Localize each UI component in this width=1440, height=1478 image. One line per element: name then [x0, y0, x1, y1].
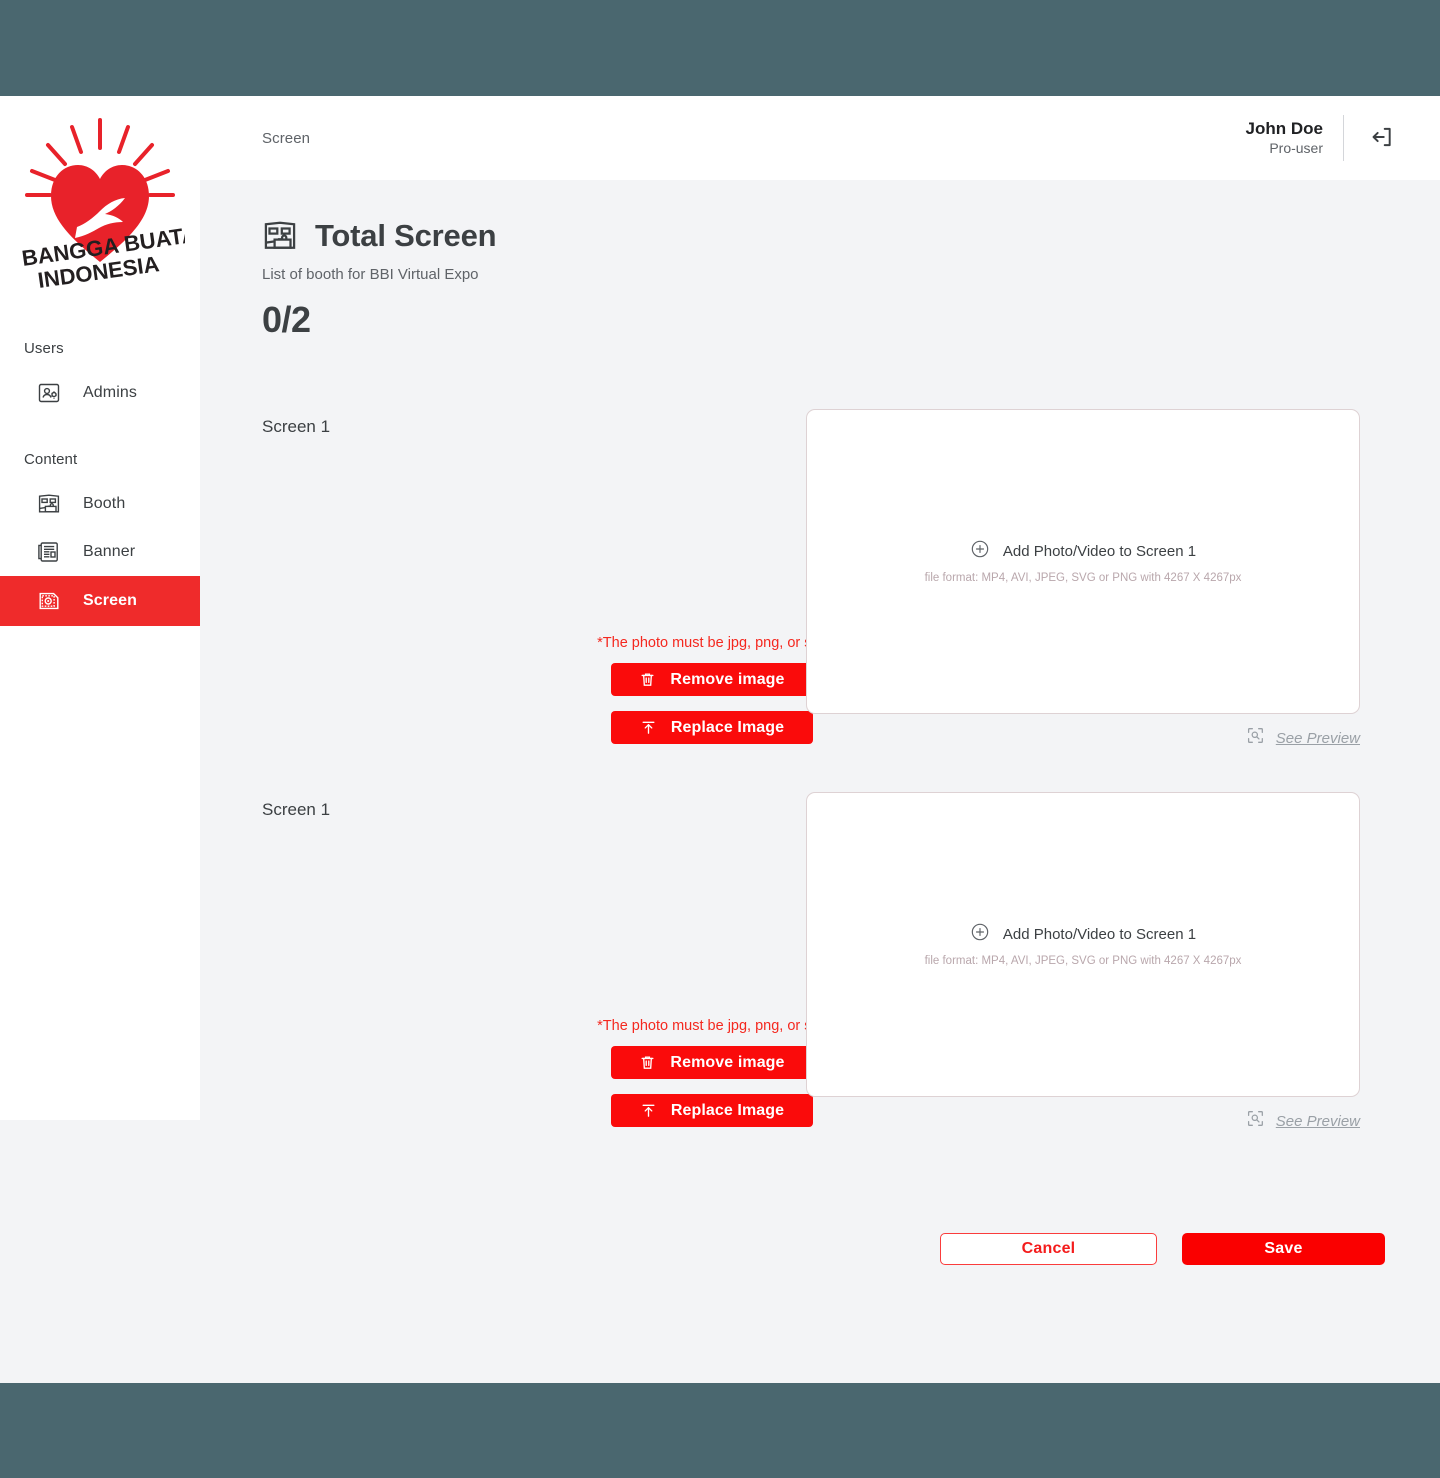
replace-image-button[interactable]: Replace Image: [611, 711, 813, 744]
footer-actions: Cancel Save: [200, 1233, 1440, 1265]
sidebar-item-label-admins: Admins: [83, 384, 137, 401]
sidebar-group-label-users: Users: [24, 340, 64, 357]
sidebar-item-label-booth: Booth: [83, 495, 126, 512]
upload-dropzone-title: Add Photo/Video to Screen 1: [1002, 926, 1197, 943]
see-preview-link[interactable]: See Preview: [1246, 1109, 1360, 1133]
sidebar-item-label-screen: Screen: [83, 592, 137, 609]
screen-row: Screen 1 *The photo must be jpg, png, or…: [200, 792, 1440, 1133]
format-hint: *The photo must be jpg, png, or svg: [597, 1018, 827, 1034]
banner-icon: [36, 539, 62, 565]
upload-dropzone-main: Add Photo/Video to Screen 1: [970, 922, 1196, 947]
remove-image-button[interactable]: Remove image: [611, 663, 813, 696]
bbi-heart-logo-icon: BANGGA BUATAN INDONESIA: [20, 117, 185, 289]
cancel-button[interactable]: Cancel: [940, 1233, 1157, 1265]
admins-icon: [36, 380, 62, 406]
plus-circle-icon: [970, 922, 990, 947]
screen-row-upload: Add Photo/Video to Screen 1 file format:…: [806, 792, 1440, 1133]
screen-icon: [36, 588, 62, 614]
scan-search-icon: [1246, 1109, 1265, 1133]
sidebar-item-screen[interactable]: Screen: [0, 576, 200, 626]
user-role: Pro-user: [1269, 140, 1323, 156]
save-button[interactable]: Save: [1182, 1233, 1385, 1265]
header-right: John Doe Pro-user: [1246, 115, 1440, 161]
format-hint: *The photo must be jpg, png, or svg: [597, 635, 827, 651]
screen-count: 0/2: [262, 299, 311, 340]
upload-dropzone[interactable]: Add Photo/Video to Screen 1 file format:…: [806, 409, 1360, 714]
upload-dropzone-format: file format: MP4, AVI, JPEG, SVG or PNG …: [924, 572, 1242, 584]
window-bottom-frame: [0, 1383, 1440, 1478]
screen-row-label: Screen 1: [262, 800, 331, 819]
total-screen-icon: [262, 218, 298, 254]
scan-search-icon: [1246, 726, 1265, 750]
page-title-row: Total Screen: [200, 180, 1440, 254]
upload-dropzone-format: file format: MP4, AVI, JPEG, SVG or PNG …: [924, 955, 1242, 967]
trash-icon: [639, 671, 656, 688]
page-canvas: BANGGA BUATAN INDONESIA Users Admins Con…: [0, 96, 1440, 1383]
see-preview-label: See Preview: [1275, 729, 1360, 747]
upload-dropzone-main: Add Photo/Video to Screen 1: [970, 539, 1196, 564]
sidebar-item-booth[interactable]: Booth: [0, 480, 200, 528]
main-content: Total Screen List of booth for BBI Virtu…: [200, 180, 1440, 1383]
logout-button[interactable]: [1366, 122, 1398, 154]
page-subtitle: List of booth for BBI Virtual Expo: [262, 266, 479, 283]
remove-image-label: Remove image: [670, 670, 785, 688]
user-name: John Doe: [1245, 119, 1323, 138]
screen-row: Screen 1 *The photo must be jpg, png, or…: [200, 409, 1440, 750]
replace-image-label: Replace Image: [670, 718, 785, 736]
screen-row-upload: Add Photo/Video to Screen 1 file format:…: [806, 409, 1440, 750]
replace-image-button[interactable]: Replace Image: [611, 1094, 813, 1127]
remove-image-button[interactable]: Remove image: [611, 1046, 813, 1079]
brand-logo: BANGGA BUATAN INDONESIA: [0, 96, 200, 296]
window-top-frame: [0, 0, 1440, 96]
see-preview-label: See Preview: [1275, 1112, 1360, 1130]
sidebar-group-label-content: Content: [24, 451, 78, 468]
upload-icon: [640, 1102, 657, 1119]
upload-dropzone-title: Add Photo/Video to Screen 1: [1002, 543, 1197, 560]
plus-circle-icon: [970, 539, 990, 564]
breadcrumb: Screen: [262, 129, 311, 147]
sidebar: BANGGA BUATAN INDONESIA Users Admins Con…: [0, 96, 200, 1120]
logout-icon: [1369, 124, 1395, 153]
upload-dropzone[interactable]: Add Photo/Video to Screen 1 file format:…: [806, 792, 1360, 1097]
page-title: Total Screen: [315, 218, 497, 253]
upload-icon: [640, 719, 657, 736]
replace-image-label: Replace Image: [670, 1101, 785, 1119]
app-root: BANGGA BUATAN INDONESIA Users Admins Con…: [0, 0, 1440, 1478]
booth-icon: [36, 491, 62, 517]
sidebar-item-admins[interactable]: Admins: [0, 369, 200, 417]
see-preview-link[interactable]: See Preview: [1246, 726, 1360, 750]
remove-image-label: Remove image: [670, 1053, 785, 1071]
screen-row-label: Screen 1: [262, 417, 331, 436]
trash-icon: [639, 1054, 656, 1071]
sidebar-item-banner[interactable]: Banner: [0, 528, 200, 576]
user-info[interactable]: John Doe Pro-user: [1246, 115, 1344, 161]
top-header: Screen John Doe Pro-user: [200, 96, 1440, 180]
sidebar-item-label-banner: Banner: [83, 543, 136, 560]
